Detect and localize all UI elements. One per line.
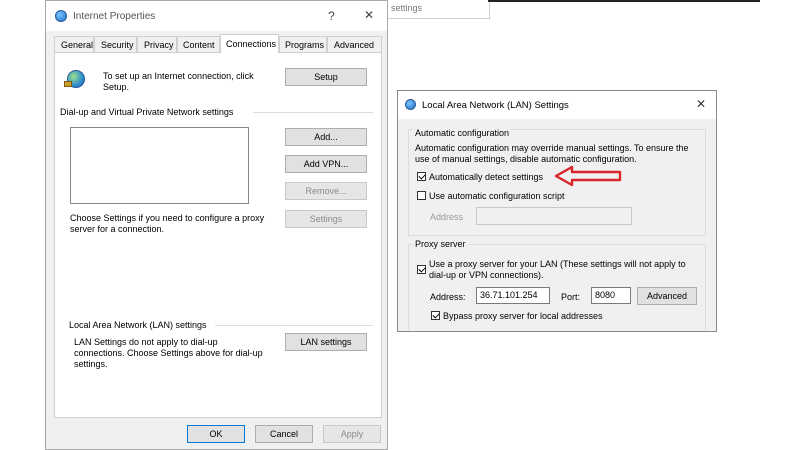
tab-label: Privacy bbox=[144, 40, 174, 50]
tab-programs[interactable]: Programs bbox=[279, 36, 327, 52]
lan-settings-button[interactable]: LAN settings bbox=[285, 333, 367, 351]
tab-label: General bbox=[61, 40, 94, 50]
dialog-title: Local Area Network (LAN) Settings bbox=[422, 100, 569, 111]
divider bbox=[253, 112, 373, 113]
tab-label: Advanced bbox=[334, 40, 375, 50]
script-address-label: Address bbox=[430, 212, 464, 222]
connections-panel: To set up an Internet connection, click … bbox=[54, 52, 382, 418]
dialog-title-bar: Local Area Network (LAN) Settings ✕ bbox=[398, 91, 716, 119]
add-button[interactable]: Add... bbox=[285, 128, 367, 146]
close-button[interactable]: ✕ bbox=[696, 97, 706, 111]
dialup-vpn-heading: Dial-up and Virtual Private Network sett… bbox=[60, 107, 234, 117]
lan-settings-description: LAN Settings do not apply to dial-up con… bbox=[74, 337, 263, 369]
auto-detect-checkbox[interactable] bbox=[417, 172, 426, 181]
add-vpn-button[interactable]: Add VPN... bbox=[285, 155, 367, 173]
ok-button[interactable]: OK bbox=[187, 425, 245, 443]
internet-properties-window: Internet Properties ? ✕ General Security… bbox=[45, 0, 388, 450]
bypass-local-label[interactable]: Bypass proxy server for local addresses bbox=[443, 311, 603, 321]
use-proxy-checkbox[interactable] bbox=[417, 265, 426, 274]
auto-detect-label[interactable]: Automatically detect settings bbox=[429, 172, 543, 182]
tab-content[interactable]: Content bbox=[177, 36, 220, 52]
internet-globe-icon bbox=[405, 99, 416, 110]
tab-label: Connections bbox=[226, 39, 277, 49]
window-title: Internet Properties bbox=[73, 11, 156, 22]
bypass-local-checkbox[interactable] bbox=[431, 311, 440, 320]
tab-label: Content bbox=[183, 40, 215, 50]
setup-button[interactable]: Setup bbox=[285, 68, 367, 86]
lan-settings-dialog: Local Area Network (LAN) Settings ✕ Auto… bbox=[397, 90, 717, 332]
lan-settings-heading: Local Area Network (LAN) settings bbox=[69, 320, 207, 330]
remove-button[interactable]: Remove... bbox=[285, 182, 367, 200]
settings-button[interactable]: Settings bbox=[285, 210, 367, 228]
network-cable-icon bbox=[64, 81, 72, 87]
advanced-button[interactable]: Advanced bbox=[637, 287, 697, 305]
tab-security[interactable]: Security bbox=[94, 36, 137, 52]
apply-button[interactable]: Apply bbox=[323, 425, 381, 443]
help-button[interactable]: ? bbox=[328, 9, 335, 23]
title-bar: Internet Properties ? ✕ bbox=[46, 1, 387, 31]
tab-connections[interactable]: Connections bbox=[220, 34, 279, 53]
internet-globe-icon bbox=[55, 10, 67, 22]
red-arrow-icon bbox=[554, 165, 622, 187]
setup-description: To set up an Internet connection, click … bbox=[103, 71, 254, 92]
automatic-configuration-heading: Automatic configuration bbox=[413, 128, 512, 138]
proxy-address-label: Address: bbox=[430, 292, 466, 302]
tab-privacy[interactable]: Privacy bbox=[137, 36, 177, 52]
proxy-settings-description: Choose Settings if you need to configure… bbox=[70, 213, 265, 234]
cancel-button[interactable]: Cancel bbox=[255, 425, 313, 443]
tab-label: Security bbox=[101, 40, 134, 50]
proxy-address-input[interactable]: 36.71.101.254 bbox=[476, 287, 550, 304]
auto-config-script-checkbox[interactable] bbox=[417, 191, 426, 200]
auto-config-script-label[interactable]: Use automatic configuration script bbox=[429, 191, 565, 201]
port-label: Port: bbox=[561, 292, 581, 302]
tab-advanced[interactable]: Advanced bbox=[327, 36, 382, 52]
tab-general[interactable]: General bbox=[54, 36, 94, 52]
use-proxy-label[interactable]: Use a proxy server for your LAN (These s… bbox=[429, 259, 699, 280]
close-button[interactable]: ✕ bbox=[364, 8, 374, 22]
port-input[interactable]: 8080 bbox=[591, 287, 631, 304]
divider bbox=[215, 325, 373, 326]
proxy-server-heading: Proxy server bbox=[413, 239, 468, 249]
tab-strip: General Security Privacy Content Connect… bbox=[54, 34, 382, 53]
background-top-bar bbox=[488, 0, 760, 2]
tab-label: Programs bbox=[285, 40, 325, 50]
background-fragment-text: settings bbox=[391, 3, 423, 13]
red-arrow-annotation bbox=[554, 165, 622, 187]
connections-listbox[interactable] bbox=[70, 127, 249, 204]
script-address-input[interactable] bbox=[476, 207, 632, 225]
background-window-fragment: settings bbox=[380, 0, 490, 19]
automatic-configuration-description: Automatic configuration may override man… bbox=[415, 143, 689, 164]
